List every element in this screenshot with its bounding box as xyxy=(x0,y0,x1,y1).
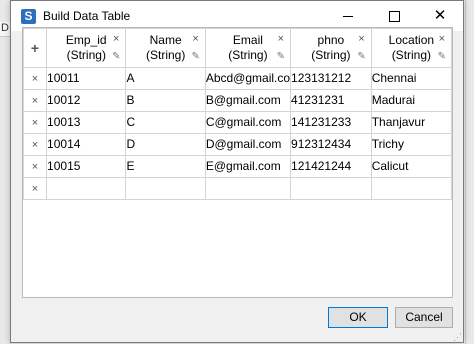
remove-column-icon[interactable]: × xyxy=(358,32,364,47)
table-cell[interactable]: 10013 xyxy=(46,111,127,134)
background-app-right xyxy=(465,0,474,344)
table-cell[interactable]: Chennai xyxy=(370,67,452,90)
table-cell[interactable]: B xyxy=(125,89,206,112)
table-cell[interactable]: D xyxy=(125,133,206,156)
remove-row-icon[interactable]: × xyxy=(23,67,48,90)
header-row: + Emp_id (String) × ✎ Name (String) × ✎ Email (St… xyxy=(23,28,452,68)
table-cell[interactable]: D@gmail.com xyxy=(204,133,292,156)
window-title: Build Data Table xyxy=(43,9,131,23)
table-cell[interactable]: Calicut xyxy=(370,155,452,178)
column-header[interactable]: Emp_id (String) × ✎ xyxy=(46,28,127,68)
table-cell[interactable]: 123131212 xyxy=(290,67,372,90)
build-data-table-dialog: S Build Data Table ✕ + Emp_id (String) ×… xyxy=(10,0,464,343)
remove-row-icon[interactable]: × xyxy=(23,89,48,112)
background-tab-label: D xyxy=(1,22,9,34)
remove-column-icon[interactable]: × xyxy=(113,32,119,47)
table-cell[interactable] xyxy=(46,177,127,200)
table-cell[interactable]: A xyxy=(125,67,206,90)
column-header[interactable]: phno (String) × ✎ xyxy=(290,28,372,68)
background-tab: D xyxy=(0,22,10,37)
remove-row-icon[interactable]: × xyxy=(23,111,48,134)
table-cell[interactable]: Trichy xyxy=(370,133,452,156)
plus-icon: + xyxy=(30,40,40,56)
remove-row-icon[interactable]: × xyxy=(23,177,48,200)
table-cell[interactable]: Abcd@gmail.co xyxy=(204,67,292,90)
table-cell[interactable] xyxy=(204,177,292,200)
table-row: × 10014 D D@gmail.com 912312434 Trichy xyxy=(23,133,452,156)
edit-column-icon[interactable]: ✎ xyxy=(357,49,365,64)
table-row: × xyxy=(23,177,452,200)
table-cell[interactable] xyxy=(290,177,372,200)
resize-grip-icon[interactable]: ⋰ xyxy=(453,333,462,342)
table-cell[interactable]: E@gmail.com xyxy=(204,155,292,178)
table-row: × 10011 A Abcd@gmail.co 123131212 Chennai xyxy=(23,67,452,90)
edit-column-icon[interactable]: ✎ xyxy=(277,49,285,64)
table-cell[interactable]: Madurai xyxy=(370,89,452,112)
table-cell[interactable]: C@gmail.com xyxy=(204,111,292,134)
table-cell[interactable]: 10015 xyxy=(46,155,127,178)
remove-row-icon[interactable]: × xyxy=(23,133,48,156)
table-cell[interactable]: Thanjavur xyxy=(370,111,452,134)
edit-column-icon[interactable]: ✎ xyxy=(112,49,120,64)
edit-column-icon[interactable]: ✎ xyxy=(438,49,446,64)
cancel-button[interactable]: Cancel xyxy=(395,307,453,328)
edit-column-icon[interactable]: ✎ xyxy=(191,49,199,64)
close-icon: ✕ xyxy=(433,7,447,24)
table-row: × 10015 E E@gmail.com 121421244 Calicut xyxy=(23,155,452,178)
table-row: × 10012 B B@gmail.com 41231231 Madurai xyxy=(23,89,452,112)
remove-column-icon[interactable]: × xyxy=(439,32,445,47)
remove-row-icon[interactable]: × xyxy=(23,155,48,178)
table-cell[interactable]: 141231233 xyxy=(290,111,372,134)
table-cell[interactable]: B@gmail.com xyxy=(204,89,292,112)
table-cell[interactable]: E xyxy=(125,155,206,178)
table-cell[interactable]: 41231231 xyxy=(290,89,372,112)
table-cell[interactable]: C xyxy=(125,111,206,134)
table-cell[interactable] xyxy=(125,177,206,200)
data-table: + Emp_id (String) × ✎ Name (String) × ✎ Email (St… xyxy=(23,28,452,200)
column-header[interactable]: Location (String) × ✎ xyxy=(370,28,452,68)
table-cell[interactable]: 912312434 xyxy=(290,133,372,156)
minimize-icon xyxy=(343,16,353,17)
table-cell[interactable]: 10014 xyxy=(46,133,127,156)
table-cell[interactable]: 121421244 xyxy=(290,155,372,178)
table-cell[interactable] xyxy=(370,177,452,200)
table-cell[interactable]: 10011 xyxy=(46,67,127,90)
data-table-grid: + Emp_id (String) × ✎ Name (String) × ✎ Email (St… xyxy=(22,27,453,298)
maximize-icon xyxy=(389,11,400,22)
table-cell[interactable]: 10012 xyxy=(46,89,127,112)
column-header[interactable]: Name (String) × ✎ xyxy=(125,28,206,68)
remove-column-icon[interactable]: × xyxy=(278,32,284,47)
remove-column-icon[interactable]: × xyxy=(192,32,198,47)
add-column-button[interactable]: + xyxy=(23,28,48,68)
app-logo-icon: S xyxy=(21,9,36,24)
table-row: × 10013 C C@gmail.com 141231233 Thanjavur xyxy=(23,111,452,134)
ok-button[interactable]: OK xyxy=(328,307,388,328)
column-header[interactable]: Email (String) × ✎ xyxy=(204,28,292,68)
